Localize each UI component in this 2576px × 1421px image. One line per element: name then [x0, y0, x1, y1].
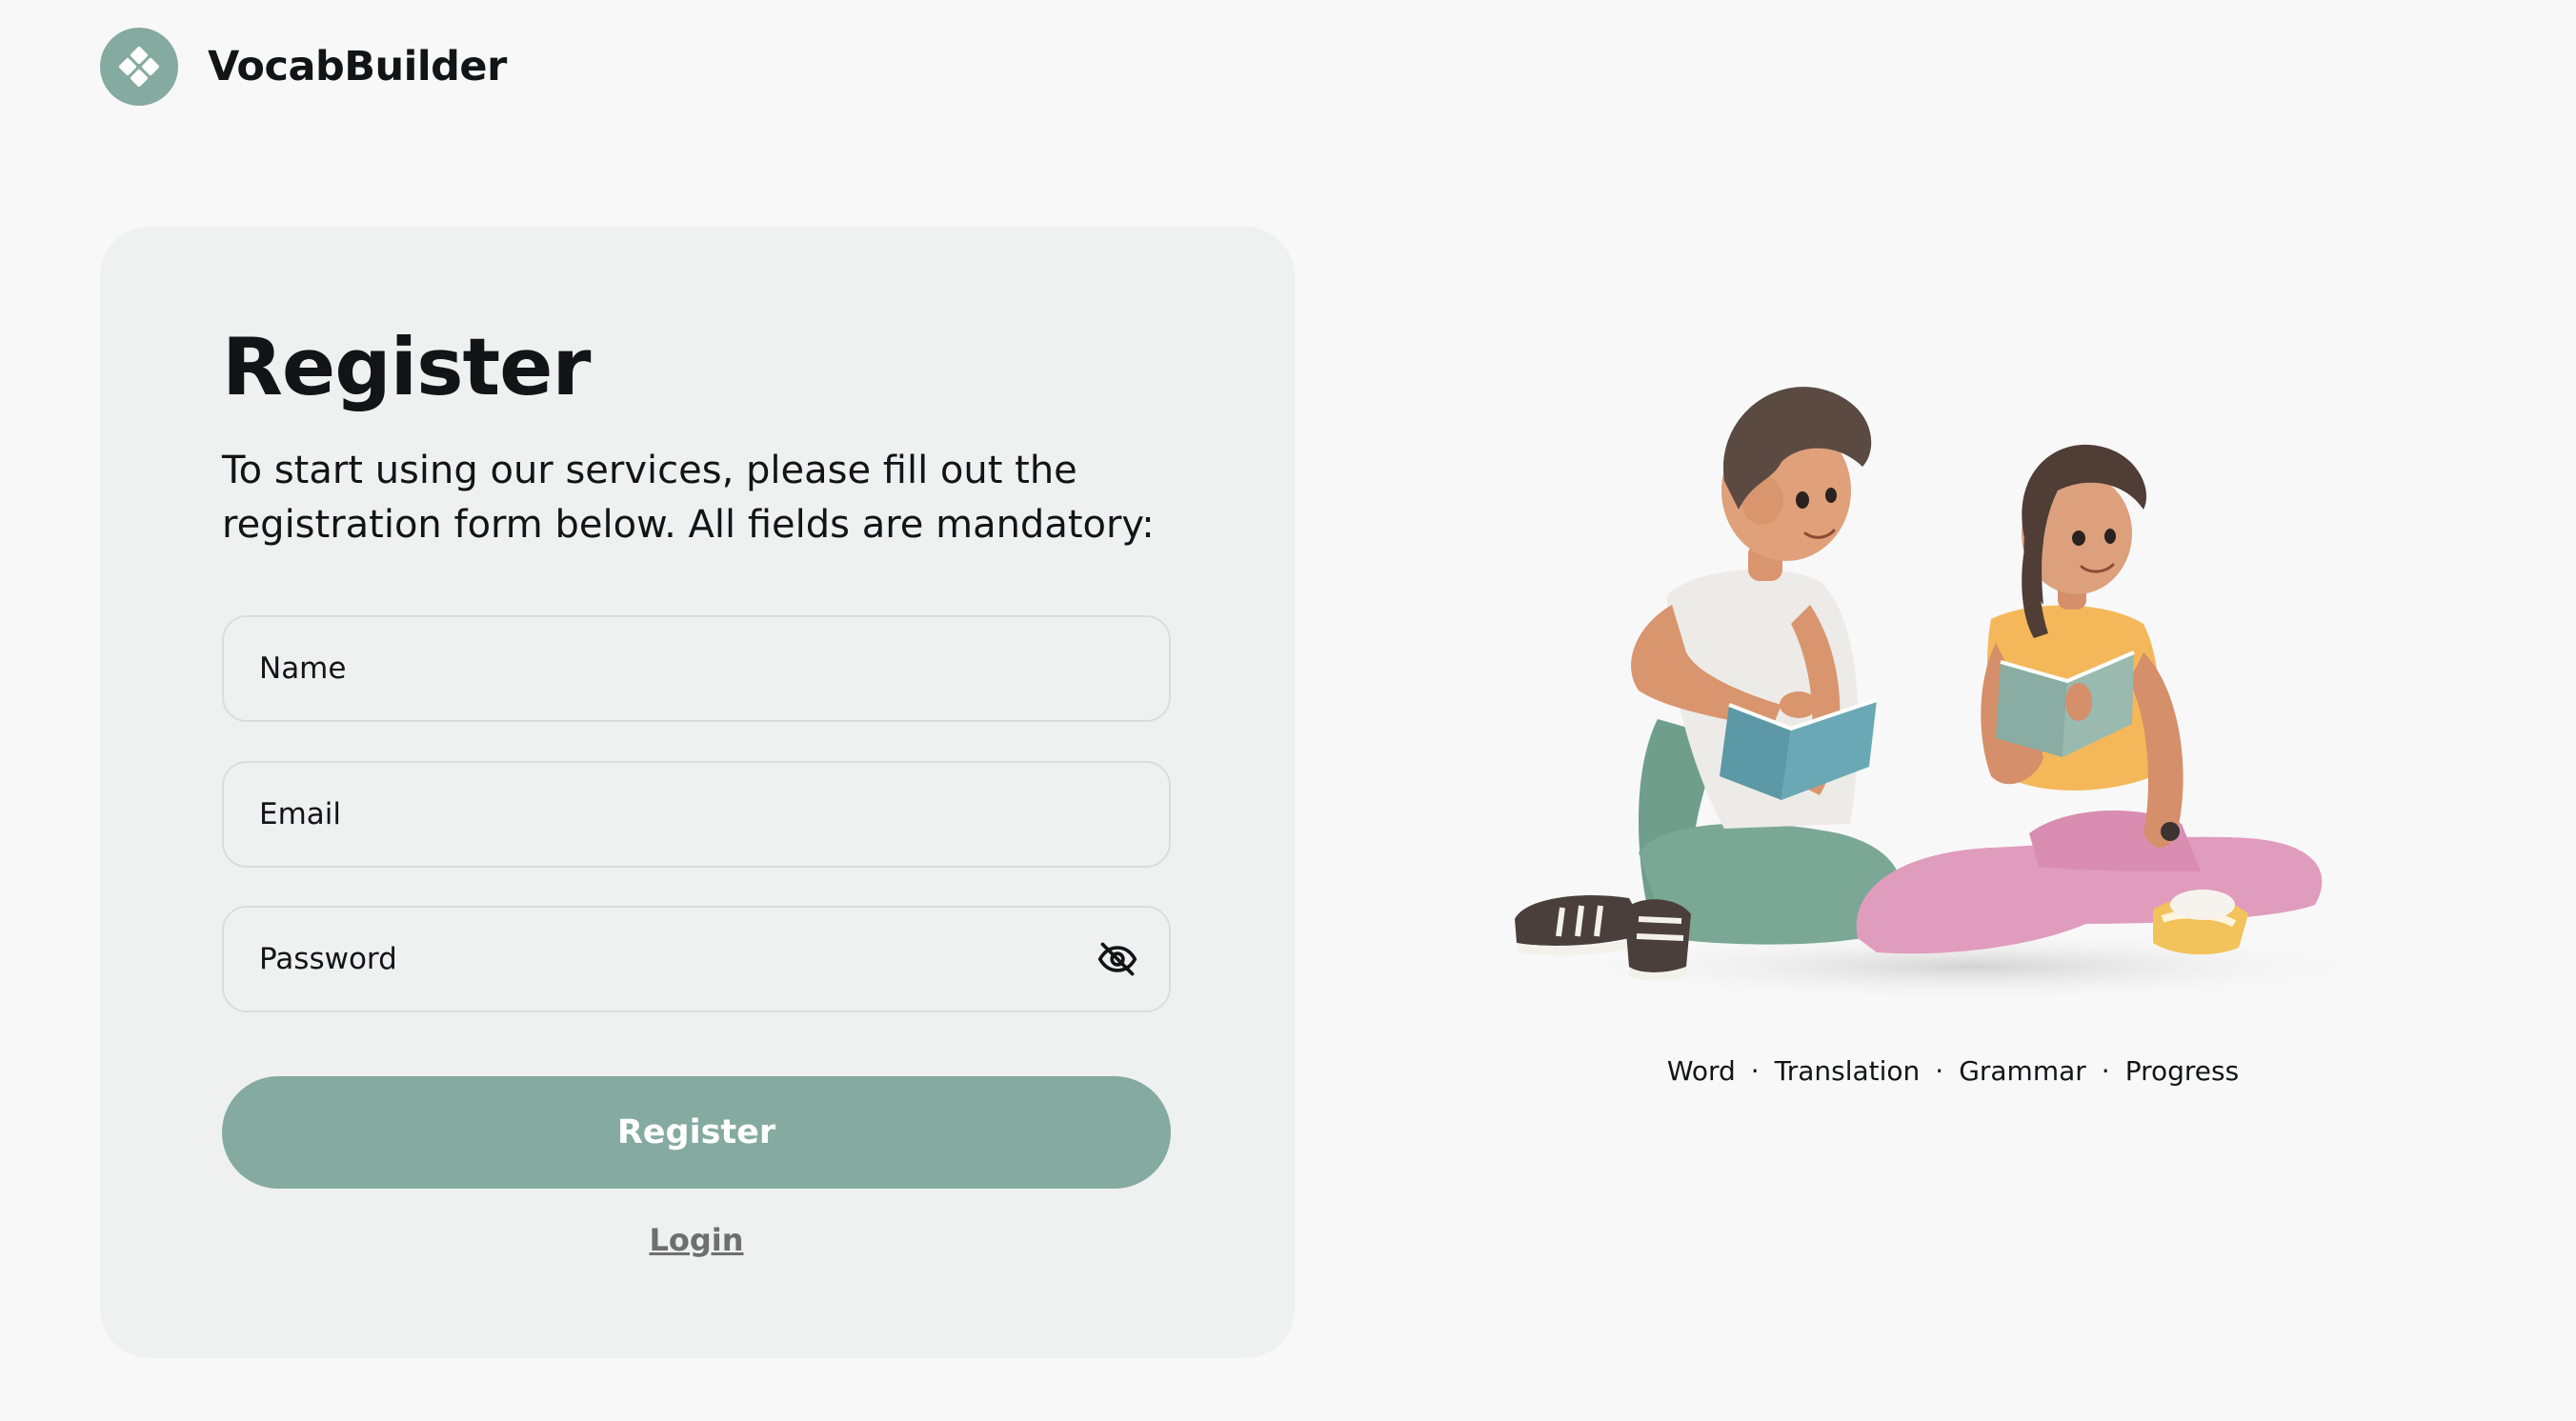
- tag-progress: Progress: [2124, 1055, 2240, 1087]
- name-input[interactable]: [224, 617, 1169, 720]
- tag-word: Word: [1666, 1055, 1736, 1087]
- name-field-wrapper: [222, 615, 1171, 722]
- logo-icon[interactable]: [100, 28, 178, 106]
- page-title: Register: [222, 321, 591, 413]
- tag-separator: ·: [2101, 1055, 2110, 1087]
- header: VocabBuilder: [100, 28, 507, 106]
- password-input[interactable]: [224, 908, 1169, 1011]
- email-field-wrapper: [222, 761, 1171, 868]
- form-description: To start using our services, please fill…: [222, 449, 1155, 547]
- password-field-wrapper: [222, 906, 1171, 1012]
- login-link[interactable]: Login: [222, 1222, 1171, 1258]
- tag-separator: ·: [1935, 1055, 1944, 1087]
- tag-translation: Translation: [1774, 1055, 1921, 1087]
- register-card: Register To start using our services, pl…: [100, 227, 1295, 1358]
- email-input[interactable]: [224, 763, 1169, 866]
- tag-separator: ·: [1750, 1055, 1760, 1087]
- feature-tags: Word · Translation · Grammar · Progress: [1667, 1055, 2239, 1087]
- brand-name[interactable]: VocabBuilder: [208, 43, 507, 90]
- tag-grammar: Grammar: [1959, 1055, 2086, 1087]
- register-button[interactable]: Register: [222, 1076, 1171, 1189]
- eye-off-icon[interactable]: [1095, 936, 1140, 982]
- students-reading-illustration: [1496, 376, 2410, 1005]
